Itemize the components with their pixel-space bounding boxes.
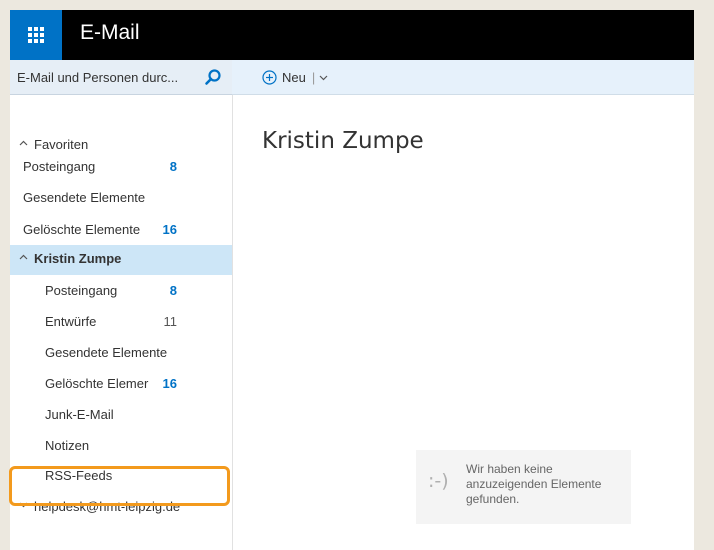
chevron-up-icon bbox=[19, 254, 28, 260]
chevron-down-icon[interactable] bbox=[319, 75, 328, 81]
unread-count: 8 bbox=[169, 283, 177, 298]
folder-notes[interactable]: Notizen bbox=[10, 432, 232, 462]
empty-state: :-) Wir haben keine anzuzeigenden Elemen… bbox=[416, 450, 631, 524]
search-icon[interactable] bbox=[204, 68, 222, 86]
account-header-kristin-zumpe[interactable]: Kristin Zumpe bbox=[10, 245, 232, 275]
toolbar-separator: | bbox=[311, 69, 316, 85]
folder-rss-feeds[interactable]: RSS-Feeds bbox=[10, 462, 232, 492]
waffle-icon bbox=[28, 27, 44, 43]
unread-count: 8 bbox=[169, 159, 177, 174]
folder-inbox[interactable]: Posteingang 8 bbox=[10, 277, 232, 307]
page-title: Kristin Zumpe bbox=[262, 128, 424, 154]
chevron-up-icon bbox=[19, 140, 28, 146]
command-bar: Neu | bbox=[232, 60, 694, 95]
app-title: E-Mail bbox=[80, 21, 140, 44]
folder-drafts[interactable]: Entwürfe 11 bbox=[10, 308, 232, 338]
new-button[interactable]: Neu | bbox=[262, 68, 333, 86]
folder-pane: Favoriten Posteingang 8 Gesendete Elemen… bbox=[10, 95, 233, 550]
folder-sent[interactable]: Gesendete Elemente bbox=[10, 339, 232, 369]
favorite-folder-deleted[interactable]: Gelöschte Elemente 16 bbox=[10, 216, 232, 246]
account-label: Kristin Zumpe bbox=[34, 251, 122, 266]
favorites-label: Favoriten bbox=[34, 137, 89, 152]
folder-deleted[interactable]: Gelöschte Elemer 16 bbox=[10, 370, 232, 400]
favorite-folder-inbox[interactable]: Posteingang 8 bbox=[10, 153, 232, 183]
favorite-folder-sent[interactable]: Gesendete Elemente bbox=[10, 184, 232, 214]
empty-state-message: Wir haben keine anzuzeigenden Elemente g… bbox=[466, 462, 602, 506]
search-bar bbox=[10, 60, 232, 95]
smiley-icon: :-) bbox=[428, 470, 449, 492]
top-bar: E-Mail bbox=[10, 10, 694, 60]
shared-mailbox-helpdesk[interactable]: helpdesk@hmt-leipzig.de bbox=[10, 493, 232, 523]
unread-count: 16 bbox=[162, 222, 177, 237]
outlook-window: E-Mail Neu | Favoriten bbox=[10, 10, 694, 550]
shared-mailbox-label: helpdesk@hmt-leipzig.de bbox=[34, 499, 181, 514]
unread-count: 16 bbox=[162, 376, 177, 391]
plus-circle-icon bbox=[262, 69, 277, 85]
search-input[interactable] bbox=[17, 68, 197, 86]
item-count: 11 bbox=[163, 314, 178, 329]
chevron-down-icon bbox=[19, 502, 28, 508]
folder-junk[interactable]: Junk-E-Mail bbox=[10, 401, 232, 431]
app-launcher-button[interactable] bbox=[10, 10, 62, 60]
new-button-label: Neu bbox=[282, 69, 306, 85]
